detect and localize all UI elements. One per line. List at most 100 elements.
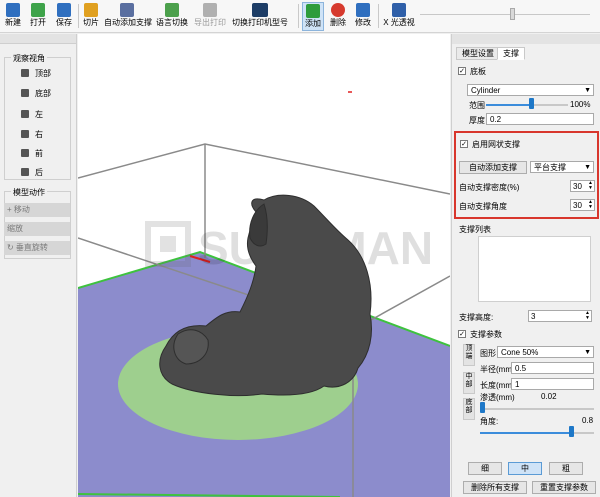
auto-support-button-label: 自动添加支撑 (104, 18, 152, 27)
base-checkbox[interactable]: ✓ (458, 67, 466, 75)
printer-model-button-label: 切换打印机型号 (232, 18, 288, 27)
slice-button-label: 切片 (83, 18, 99, 27)
toolbar-slider-handle[interactable] (510, 8, 515, 20)
view-group: 观察视角 顶部 底部 左 右 前 后 (4, 53, 71, 180)
support-height-value: 3 (531, 312, 536, 321)
density-stepper[interactable]: 30 ▲ ▼ (570, 180, 595, 192)
save-button[interactable]: 保存 (53, 2, 75, 31)
auto-add-support-button[interactable]: 自动添加支撑 (459, 161, 527, 174)
open-button[interactable]: 打开 (27, 2, 49, 31)
move-button[interactable]: + 移动 (4, 203, 70, 217)
chevron-down-icon: ▼ (584, 87, 591, 94)
support-params-checkbox[interactable]: ✓ (458, 330, 466, 338)
mesh-support-checkbox[interactable]: ✓ (460, 140, 468, 148)
stepper-arrows-icon: ▲ ▼ (588, 199, 593, 210)
new-button[interactable]: 新建 (2, 2, 24, 31)
density-value: 30 (573, 182, 582, 191)
angle-stepper[interactable]: 30 ▲ ▼ (570, 199, 595, 211)
edit-button[interactable]: 修改 (352, 2, 374, 31)
delete-icon (331, 3, 345, 17)
medium-button[interactable]: 中 (508, 462, 542, 475)
new-file-icon (6, 3, 20, 17)
3d-viewport[interactable]: SUNDMAN (78, 34, 450, 497)
platform-support-select[interactable]: 平台支撑 ▼ (530, 161, 594, 173)
view-top-button[interactable]: 顶部 (21, 67, 51, 81)
model-action-group-title: 模型动作 (11, 187, 47, 198)
open-button-label: 打开 (30, 18, 46, 27)
penetration-slider-handle[interactable] (480, 402, 485, 413)
length-input[interactable]: 1 (511, 378, 594, 390)
range-slider-handle[interactable] (529, 98, 535, 109)
mesh-support-label: 启用网状支撑 (472, 140, 520, 149)
view-left-label: 左 (35, 110, 43, 119)
range-label: 范围 (469, 101, 485, 110)
angle-slider-handle[interactable] (569, 426, 575, 437)
base-shape-select[interactable]: Cylinder ▼ (467, 84, 594, 96)
range-slider-fill (486, 104, 532, 106)
export-print-button[interactable]: 导出打印 (192, 2, 228, 31)
view-back-label: 后 (35, 168, 43, 177)
new-button-label: 新建 (5, 18, 21, 27)
tab-support-bottom[interactable]: 底部 (463, 398, 475, 420)
xray-button[interactable]: X 光透视 (382, 2, 416, 31)
shape-label: 图形 (480, 349, 496, 358)
support-shape-value: Cone 50% (501, 348, 539, 357)
tab-support-middle[interactable]: 中部 (463, 372, 475, 394)
support-params-label: 支撑参数 (470, 330, 502, 339)
view-top-label: 顶部 (35, 69, 51, 78)
language-button[interactable]: 语言切换 (154, 2, 190, 31)
platform-support-value: 平台支撑 (534, 163, 566, 172)
support-height-stepper[interactable]: 3 ▲ ▼ (528, 310, 592, 322)
delete-button[interactable]: 删除 (327, 2, 349, 31)
auto-support-button[interactable]: 自动添加支撑 (104, 2, 152, 31)
main-toolbar: 新建 打开 保存 切片 自动添加支撑 语言切换 导出打印 切换打印机型号 添加 … (0, 0, 600, 33)
penetration-value: 0.02 (541, 392, 557, 401)
base-label: 底板 (470, 67, 486, 76)
view-front-button[interactable]: 前 (21, 147, 43, 161)
left-panel-header (0, 34, 76, 44)
support-angle-value: 0.8 (582, 416, 594, 425)
add-icon (306, 4, 320, 18)
view-bottom-label: 底部 (35, 89, 51, 98)
save-icon (57, 3, 71, 17)
support-shape-select[interactable]: Cone 50% ▼ (497, 346, 594, 358)
length-label: 长度(mm) (480, 381, 515, 390)
view-left-button[interactable]: 左 (21, 108, 43, 122)
angle-slider-fill (480, 432, 572, 434)
vertical-rotate-button[interactable]: ↻ 垂直旋转 (4, 241, 70, 255)
support-list[interactable] (478, 236, 591, 302)
density-label: 自动支撑密度(%) (459, 183, 520, 192)
toolbar-slider-track (420, 14, 590, 15)
language-button-label: 语言切换 (156, 18, 188, 27)
support-angle-label: 角度: (480, 417, 499, 426)
delete-all-supports-button[interactable]: 删除所有支撑 (463, 481, 527, 494)
save-button-label: 保存 (56, 18, 72, 27)
thin-button[interactable]: 细 (468, 462, 502, 475)
scale-button[interactable]: 缩放 (4, 222, 70, 236)
add-button[interactable]: 添加 (302, 2, 324, 31)
thick-button[interactable]: 粗 (549, 462, 583, 475)
view-front-label: 前 (35, 149, 43, 158)
thickness-input[interactable]: 0.2 (486, 113, 594, 125)
view-right-button[interactable]: 右 (21, 128, 43, 142)
stepper-arrows-icon: ▲ ▼ (585, 310, 590, 321)
tab-support-top[interactable]: 顶端 (463, 344, 475, 366)
chevron-down-icon: ▼ (584, 164, 591, 171)
support-list-label: 支撑列表 (459, 225, 491, 234)
view-bottom-button[interactable]: 底部 (21, 87, 51, 101)
radius-input[interactable]: 0.5 (511, 362, 594, 374)
view-back-button[interactable]: 后 (21, 166, 43, 180)
base-shape-value: Cylinder (471, 86, 501, 95)
right-panel-header (452, 34, 600, 44)
reset-support-params-button[interactable]: 重置支撑参数 (532, 481, 596, 494)
tab-model-settings[interactable]: 模型设置 (456, 47, 500, 60)
add-button-label: 添加 (305, 19, 321, 28)
printer-model-button[interactable]: 切换打印机型号 (231, 2, 289, 31)
toolbar-divider (378, 4, 379, 28)
slice-button[interactable]: 切片 (80, 2, 102, 31)
tab-support[interactable]: 支撑 (497, 47, 525, 60)
penetration-slider-track[interactable] (480, 408, 594, 410)
build-volume-frame (78, 143, 450, 195)
penetration-label: 渗透(mm) (480, 393, 515, 402)
xray-button-label: X 光透视 (383, 18, 415, 27)
